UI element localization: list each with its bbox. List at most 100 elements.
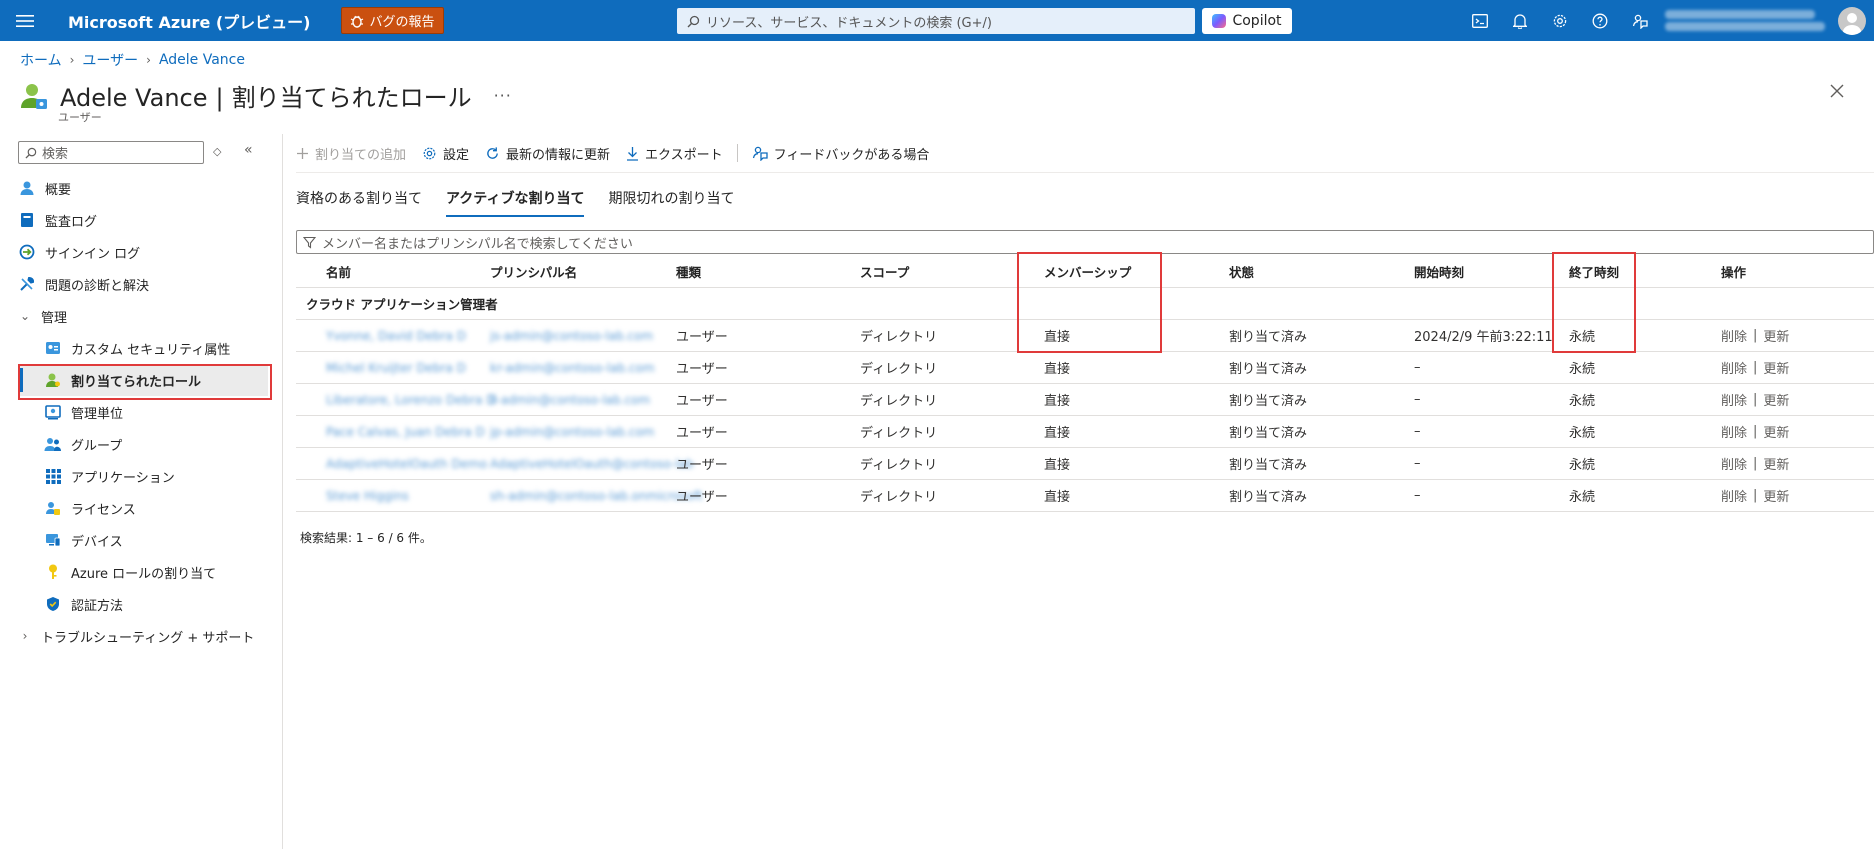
principal-name-link[interactable]: sh-admin@contoso-lab.onmicrosoft: [490, 480, 703, 511]
cloud-shell-icon[interactable]: [1460, 0, 1500, 41]
column-header-membership[interactable]: メンバーシップ: [1044, 256, 1131, 287]
feedback-icon[interactable]: [1620, 0, 1660, 41]
sidebar-item-label: トラブルシューティング + サポート: [41, 630, 255, 646]
global-search-input[interactable]: リソース、サービス、ドキュメントの検索 (G+/): [677, 8, 1195, 34]
gear-icon[interactable]: [1540, 0, 1580, 41]
sidebar-item-licenses[interactable]: ライセンス: [18, 492, 268, 524]
copilot-button[interactable]: Copilot: [1202, 8, 1292, 34]
remove-assignment-link[interactable]: 削除: [1721, 326, 1747, 345]
sidebar-item-signin-logs[interactable]: サインイン ログ: [18, 236, 268, 268]
principal-name-link[interactable]: kr-admin@contoso-lab.com: [490, 352, 655, 383]
sidebar-item-audit-logs[interactable]: 監査ログ: [18, 204, 268, 236]
principal-name-link[interactable]: js-admin@contoso-lab.com: [490, 320, 653, 351]
remove-assignment-link[interactable]: 削除: [1721, 358, 1747, 377]
column-header-scope[interactable]: スコープ: [860, 256, 909, 287]
row-actions: 削除 | 更新: [1721, 352, 1789, 383]
help-icon[interactable]: [1580, 0, 1620, 41]
brand-title[interactable]: Microsoft Azure (プレビュー): [68, 9, 311, 33]
table-row[interactable]: Steve Higgins sh-admin@contoso-lab.onmicr…: [296, 480, 1874, 512]
sidebar-item-azure-role-assignments[interactable]: Azure ロールの割り当て: [18, 556, 268, 588]
sidebar-group-manage[interactable]: ⌄ 管理: [18, 300, 268, 332]
sidebar-item-auth-methods[interactable]: 認証方法: [18, 588, 268, 620]
member-name-link[interactable]: Liberatore, Lorenzo Debra D: [326, 384, 496, 415]
action-separator: |: [1753, 488, 1758, 503]
tab-expired[interactable]: 期限切れの割り当て: [608, 188, 734, 217]
report-bug-button[interactable]: バグの報告: [340, 7, 444, 34]
sidebar-item-assigned-roles[interactable]: 割り当てられたロール: [18, 364, 272, 400]
remove-assignment-link[interactable]: 削除: [1721, 422, 1747, 441]
report-bug-label: バグの報告: [369, 15, 435, 30]
sidebar-search-input[interactable]: 検索: [18, 141, 204, 164]
member-name-link[interactable]: Yvonne, David Debra D: [326, 320, 466, 351]
update-assignment-link[interactable]: 更新: [1763, 358, 1789, 377]
avatar[interactable]: [1838, 7, 1866, 35]
update-assignment-link[interactable]: 更新: [1763, 422, 1789, 441]
sidebar-item-custom-security-attributes[interactable]: カスタム セキュリティ属性: [18, 332, 268, 364]
row-actions: 削除 | 更新: [1721, 384, 1789, 415]
table-row[interactable]: Liberatore, Lorenzo Debra Dll-admin@cont…: [296, 384, 1874, 416]
update-assignment-link[interactable]: 更新: [1763, 454, 1789, 473]
principal-name-link[interactable]: jp-admin@contoso-lab.com: [490, 416, 654, 447]
admin-unit-icon: [44, 403, 62, 421]
close-icon[interactable]: [1828, 82, 1846, 100]
sidebar-item-diagnose[interactable]: 問題の診断と解決: [18, 268, 268, 300]
account-info[interactable]: [1665, 7, 1833, 35]
table-row[interactable]: AdaptiveHotelOauth Demo AdaptiveHotelOaut…: [296, 448, 1874, 480]
sidebar-item-label: 割り当てられたロール: [71, 374, 202, 390]
member-name-link[interactable]: Steve Higgins: [326, 480, 409, 511]
table-row[interactable]: Yvonne, David Debra D js-admin@contoso-la…: [296, 320, 1874, 352]
member-filter-input[interactable]: メンバー名またはプリンシパル名で検索してください: [296, 230, 1874, 254]
bell-icon[interactable]: [1500, 0, 1540, 41]
refresh-button[interactable]: 最新の情報に更新: [485, 144, 610, 163]
sidebar-item-overview[interactable]: 概要: [18, 172, 268, 204]
column-header-name[interactable]: 名前: [326, 256, 351, 287]
collapse-sidebar-icon[interactable]: «: [244, 142, 253, 158]
update-assignment-link[interactable]: 更新: [1763, 390, 1789, 409]
breadcrumb-user[interactable]: Adele Vance: [159, 52, 245, 68]
column-header-start-time[interactable]: 開始時刻: [1414, 256, 1464, 287]
principal-name-link[interactable]: AdaptiveHotelOauth@contoso-lab: [490, 448, 694, 479]
update-assignment-link[interactable]: 更新: [1763, 486, 1789, 505]
member-name-link[interactable]: Michel Kruijter Debra D: [326, 352, 466, 383]
gear-icon: [423, 147, 436, 159]
column-header-principal[interactable]: プリンシパル名: [490, 256, 577, 287]
remove-assignment-link[interactable]: 削除: [1721, 390, 1747, 409]
sort-toggle-icon[interactable]: ◇: [213, 145, 221, 158]
state-value: 割り当て済み: [1229, 458, 1308, 473]
more-options-button[interactable]: ···: [494, 86, 512, 105]
update-assignment-link[interactable]: 更新: [1763, 326, 1789, 345]
export-button[interactable]: エクスポート: [626, 144, 723, 163]
signin-icon: [18, 243, 36, 261]
member-type: ユーザー: [676, 330, 728, 345]
hamburger-menu-icon[interactable]: [0, 0, 50, 41]
table-row[interactable]: Michel Kruijter Debra D kr-admin@contoso-…: [296, 352, 1874, 384]
sidebar-item-label: 概要: [45, 182, 72, 198]
start-time-value: –: [1414, 488, 1421, 503]
add-assignment-button[interactable]: 割り当ての追加: [296, 144, 406, 163]
feedback-button[interactable]: フィードバックがある場合: [752, 144, 929, 163]
breadcrumb-users[interactable]: ユーザー: [82, 50, 138, 70]
sidebar-item-applications[interactable]: アプリケーション: [18, 460, 268, 492]
sidebar-item-admin-units[interactable]: 管理単位: [18, 396, 268, 428]
remove-assignment-link[interactable]: 削除: [1721, 486, 1747, 505]
member-name-link[interactable]: AdaptiveHotelOauth Demo: [326, 448, 487, 479]
breadcrumb-home[interactable]: ホーム: [20, 50, 62, 70]
column-header-state[interactable]: 状態: [1229, 256, 1254, 287]
member-name-link[interactable]: Pace Calvas, Juan Debra D: [326, 416, 485, 447]
member-filter-placeholder: メンバー名またはプリンシパル名で検索してください: [322, 236, 633, 252]
state-value: 割り当て済み: [1229, 490, 1308, 505]
chevron-right-icon: ›: [22, 629, 28, 643]
tab-eligible[interactable]: 資格のある割り当て: [296, 188, 422, 217]
sidebar-group-troubleshooting[interactable]: › トラブルシューティング + サポート: [18, 620, 268, 652]
column-header-type[interactable]: 種類: [676, 256, 701, 287]
column-header-end-time[interactable]: 終了時刻: [1569, 256, 1619, 287]
principal-name-link[interactable]: ll-admin@contoso-lab.com: [490, 384, 650, 415]
sidebar-item-devices[interactable]: デバイス: [18, 524, 268, 556]
table-row[interactable]: Pace Calvas, Juan Debra Djp-admin@contos…: [296, 416, 1874, 448]
sidebar-item-groups[interactable]: グループ: [18, 428, 268, 460]
row-actions: 削除 | 更新: [1721, 480, 1789, 511]
refresh-label: 最新の情報に更新: [506, 147, 611, 163]
tab-active[interactable]: アクティブな割り当て: [446, 188, 585, 217]
remove-assignment-link[interactable]: 削除: [1721, 454, 1747, 473]
settings-button[interactable]: 設定: [422, 144, 469, 163]
